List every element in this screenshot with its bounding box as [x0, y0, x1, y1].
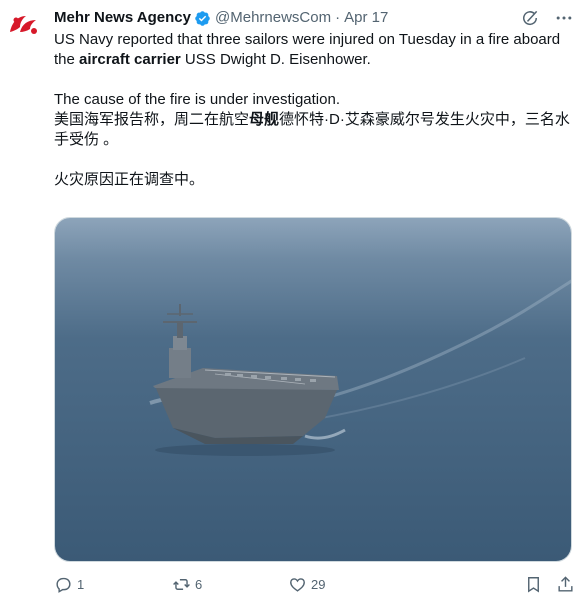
tweet-header: Mehr News Agency @MehrnewsCom · Apr 17: [54, 6, 574, 30]
verified-badge-icon: [194, 10, 211, 27]
handle[interactable]: @MehrnewsCom: [215, 7, 331, 29]
reply-count: 1: [77, 576, 85, 592]
carrier-photo-image: [55, 218, 571, 561]
reply-button[interactable]: 1: [54, 572, 84, 596]
avatar[interactable]: [8, 10, 42, 38]
share-button[interactable]: [556, 572, 575, 596]
text-segment: 美国海军报告称，周二在航空: [54, 111, 250, 128]
header-actions: [520, 6, 574, 30]
tweet-card[interactable]: Mehr News Agency @MehrnewsCom · Apr 17 U…: [0, 0, 584, 601]
bold-term: 母舰: [249, 111, 280, 128]
bookmark-button[interactable]: [524, 572, 543, 596]
chinese-paragraph-1: 美国海军报告称，周二在航空母舰德怀特·D·艾森豪威尔号发生火灾中，三名水手受伤 …: [54, 110, 576, 150]
text-segment: USS Dwight D. Eisenhower.: [180, 51, 371, 68]
tweet-actions: 1 6 29: [54, 572, 576, 596]
separator: ·: [335, 9, 341, 26]
display-name[interactable]: Mehr News Agency: [54, 7, 191, 29]
bold-term: aircraft carrier: [79, 51, 181, 68]
retweet-button[interactable]: 6: [172, 572, 202, 596]
english-paragraph-1: US Navy reported that three sailors were…: [54, 30, 576, 70]
retweet-icon: [173, 578, 190, 590]
chinese-paragraph-2: 火灾原因正在调查中。: [54, 171, 205, 188]
like-count: 29: [311, 576, 326, 592]
bookmark-icon: [528, 576, 539, 593]
tweet-text: US Navy reported that three sailors were…: [54, 30, 576, 190]
heart-icon: [290, 577, 305, 592]
more-icon[interactable]: [554, 8, 574, 28]
post-date[interactable]: Apr 17: [344, 7, 388, 29]
tweet-photo[interactable]: [54, 217, 572, 562]
reply-icon: [56, 577, 71, 593]
retweet-count: 6: [195, 576, 203, 592]
share-icon: [558, 575, 573, 592]
mehr-logo-icon: [10, 16, 37, 34]
grok-icon[interactable]: [520, 8, 540, 28]
english-paragraph-2: The cause of the fire is under investiga…: [54, 91, 340, 108]
like-button[interactable]: 29: [288, 572, 325, 596]
